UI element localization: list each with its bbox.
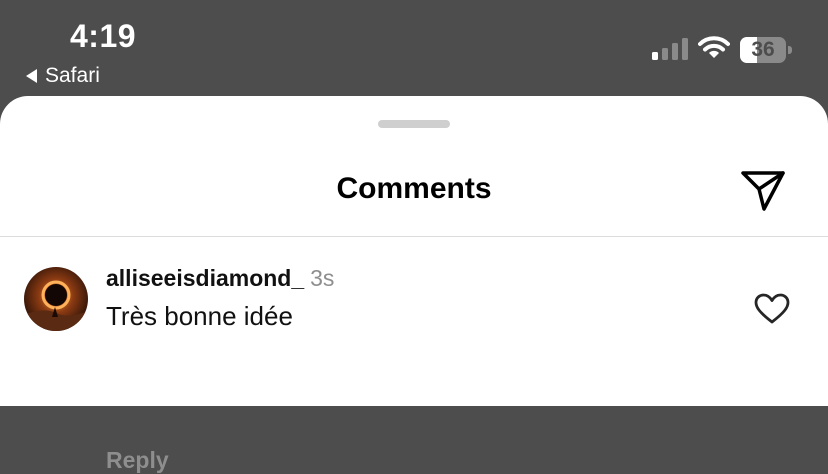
battery-nub — [788, 46, 792, 54]
reply-button[interactable]: Reply — [106, 447, 169, 474]
back-arrow-icon — [26, 69, 37, 83]
battery-indicator: 36 — [740, 37, 792, 63]
comment-text: Très bonne idée — [106, 301, 293, 331]
status-time: 4:19 — [70, 18, 137, 54]
comment-username[interactable]: alliseeisdiamond_ — [106, 265, 304, 291]
cellular-signal-icon — [652, 38, 688, 60]
battery-body: 36 — [740, 37, 786, 63]
comments-sheet: Comments alliseeisdiamond_ 3s Très bonne… — [0, 96, 828, 473]
sheet-title: Comments — [336, 172, 492, 205]
battery-level: 36 — [751, 38, 775, 61]
sheet-grabber[interactable] — [378, 120, 450, 128]
comment-timestamp: 3s — [310, 265, 335, 291]
paper-plane-icon[interactable] — [740, 168, 786, 212]
avatar[interactable] — [24, 267, 88, 331]
comment-header: alliseeisdiamond_ 3s — [106, 265, 334, 292]
heart-outline-icon[interactable] — [754, 293, 790, 325]
back-to-safari-link[interactable]: Safari — [26, 64, 100, 88]
wifi-icon — [698, 36, 730, 58]
status-bar: 4:19 Safari 36 — [0, 0, 828, 100]
back-label: Safari — [45, 64, 100, 87]
comment-item: alliseeisdiamond_ 3s Très bonne idée Repl… — [0, 237, 828, 473]
avatar-image — [24, 267, 88, 331]
